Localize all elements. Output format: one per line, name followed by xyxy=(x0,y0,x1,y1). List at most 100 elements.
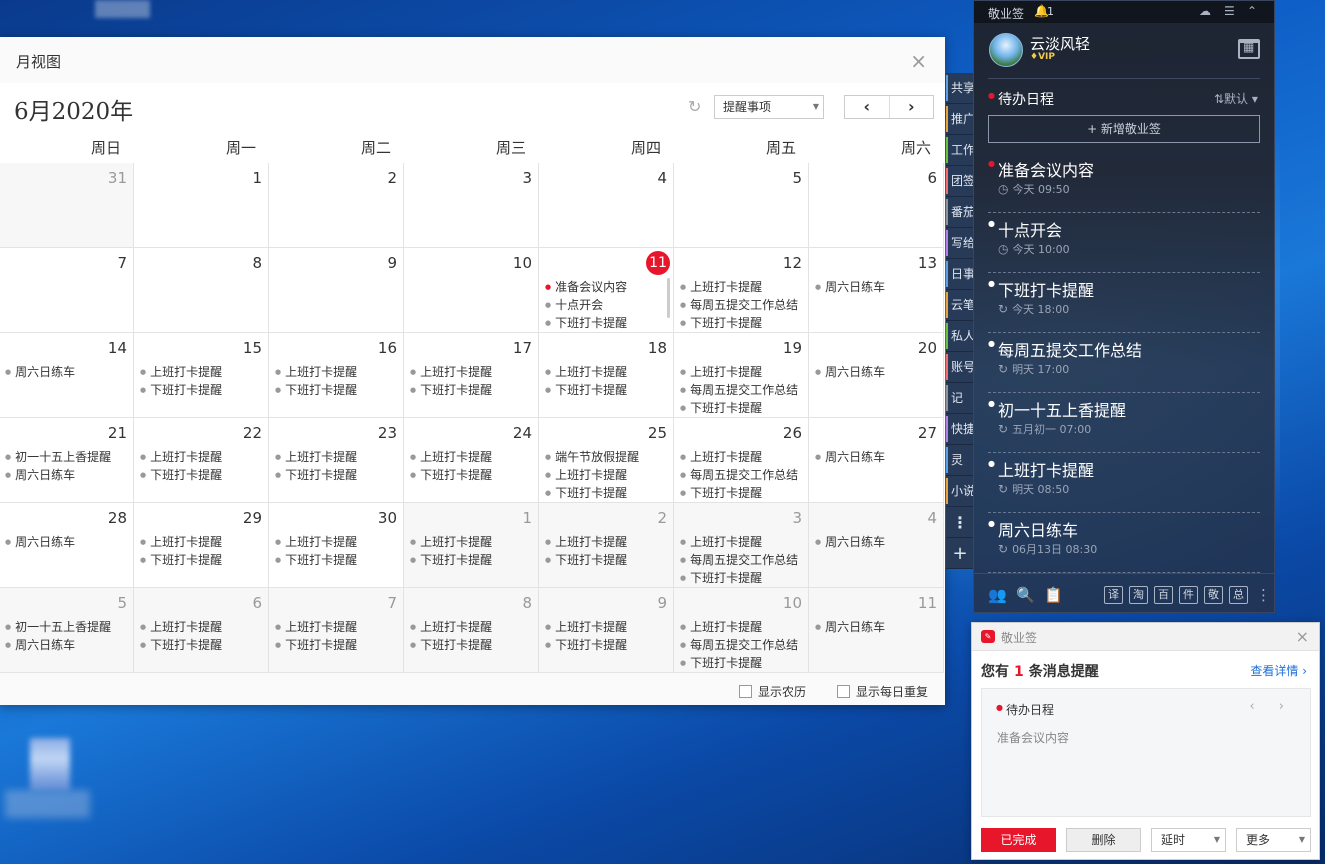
calendar-day-cell[interactable]: 2 xyxy=(269,163,404,248)
note-item[interactable]: ●准备会议内容今天 09:50 xyxy=(988,153,1260,213)
menu-icon[interactable]: ☰ xyxy=(1224,4,1235,18)
side-tab[interactable]: 私人 xyxy=(946,321,974,352)
calendar-event[interactable]: 下班打卡提醒 xyxy=(275,551,399,569)
calendar-event[interactable]: 下班打卡提醒 xyxy=(410,551,534,569)
calendar-event[interactable]: 下班打卡提醒 xyxy=(140,381,264,399)
calendar-event[interactable]: 每周五提交工作总结 xyxy=(680,551,804,569)
calendar-event[interactable]: 周六日练车 xyxy=(815,363,939,381)
calendar-event[interactable]: 下班打卡提醒 xyxy=(140,636,264,654)
calendar-event[interactable]: 每周五提交工作总结 xyxy=(680,466,804,484)
add-tab-icon[interactable]: + xyxy=(946,538,974,569)
close-icon[interactable]: × xyxy=(910,49,927,73)
calendar-event[interactable]: 下班打卡提醒 xyxy=(140,551,264,569)
calendar-event[interactable]: 上班打卡提醒 xyxy=(545,466,669,484)
calendar-day-cell[interactable]: 8 上班打卡提醒下班打卡提醒 xyxy=(404,588,539,673)
add-note-button[interactable]: + 新增敬业签 xyxy=(988,115,1260,143)
side-tab[interactable]: 共享 xyxy=(946,73,974,104)
side-tab[interactable]: 灵 xyxy=(946,445,974,476)
calendar-day-cell[interactable]: 14 周六日练车 xyxy=(0,333,134,418)
calendar-day-cell[interactable]: 8 xyxy=(134,248,269,333)
calendar-event[interactable]: 周六日练车 xyxy=(815,278,939,296)
calendar-event[interactable]: 上班打卡提醒 xyxy=(140,618,264,636)
calendar-event[interactable]: 下班打卡提醒 xyxy=(680,314,804,332)
calendar-event[interactable]: 周六日练车 xyxy=(5,363,129,381)
calendar-day-cell[interactable]: 3 xyxy=(404,163,539,248)
calendar-day-cell[interactable]: 12 上班打卡提醒每周五提交工作总结下班打卡提醒 xyxy=(674,248,809,333)
calendar-event[interactable]: 周六日练车 xyxy=(815,618,939,636)
calendar-event[interactable]: 上班打卡提醒 xyxy=(410,363,534,381)
calendar-event[interactable]: 上班打卡提醒 xyxy=(140,448,264,466)
calendar-event[interactable]: 上班打卡提醒 xyxy=(545,533,669,551)
prev-month-button[interactable]: ‹ xyxy=(845,96,890,118)
calendar-event[interactable]: 下班打卡提醒 xyxy=(545,381,669,399)
side-tab[interactable]: 账号 xyxy=(946,352,974,383)
calendar-day-cell[interactable]: 22 上班打卡提醒下班打卡提醒 xyxy=(134,418,269,503)
show-lunar-checkbox[interactable]: 显示农历 xyxy=(739,683,806,700)
calendar-day-cell[interactable]: 1 上班打卡提醒下班打卡提醒 xyxy=(404,503,539,588)
calendar-event[interactable]: 周六日练车 xyxy=(5,466,129,484)
calendar-event[interactable]: 周六日练车 xyxy=(5,636,129,654)
side-tab[interactable]: 番茄 xyxy=(946,197,974,228)
toolbar-shortcut-button[interactable]: 百 xyxy=(1154,586,1173,604)
calendar-event[interactable]: 上班打卡提醒 xyxy=(410,448,534,466)
side-tab[interactable]: 推广 xyxy=(946,104,974,135)
note-item[interactable]: ●每周五提交工作总结明天 17:00 xyxy=(988,333,1260,393)
desktop-icon-top[interactable] xyxy=(95,0,150,18)
collapse-icon[interactable]: ⌃ xyxy=(1247,4,1257,18)
calendar-day-cell[interactable]: 19 上班打卡提醒每周五提交工作总结下班打卡提醒 xyxy=(674,333,809,418)
calendar-event[interactable]: 上班打卡提醒 xyxy=(680,448,804,466)
calendar-event[interactable]: 上班打卡提醒 xyxy=(680,618,804,636)
note-item[interactable]: ●周六日练车06月13日 08:30 xyxy=(988,513,1260,573)
calendar-event[interactable]: 下班打卡提醒 xyxy=(545,314,669,332)
scrollbar-thumb[interactable] xyxy=(667,278,670,318)
calendar-event[interactable]: 下班打卡提醒 xyxy=(545,636,669,654)
refresh-icon[interactable]: ↻ xyxy=(688,97,701,116)
calendar-event[interactable]: 上班打卡提醒 xyxy=(275,618,399,636)
calendar-day-cell[interactable]: 23 上班打卡提醒下班打卡提醒 xyxy=(269,418,404,503)
delay-select[interactable]: 延时 ▼ xyxy=(1151,828,1226,852)
calendar-day-cell[interactable]: 11 周六日练车 xyxy=(809,588,944,673)
calendar-event[interactable]: 下班打卡提醒 xyxy=(275,466,399,484)
side-tabs-more-icon[interactable]: ⋮ xyxy=(946,507,974,538)
calendar-event[interactable]: 上班打卡提醒 xyxy=(275,533,399,551)
calendar-day-cell[interactable]: 2 上班打卡提醒下班打卡提醒 xyxy=(539,503,674,588)
calendar-event[interactable]: 每周五提交工作总结 xyxy=(680,296,804,314)
calendar-day-cell[interactable]: 5 xyxy=(674,163,809,248)
side-tab[interactable]: 日事 xyxy=(946,259,974,290)
calendar-event[interactable]: 上班打卡提醒 xyxy=(680,533,804,551)
calendar-day-cell[interactable]: 10 xyxy=(404,248,539,333)
calendar-day-cell[interactable]: 10 上班打卡提醒每周五提交工作总结下班打卡提醒 xyxy=(674,588,809,673)
contacts-icon[interactable]: 👥 xyxy=(988,586,1007,604)
toolbar-shortcut-button[interactable]: 总 xyxy=(1229,586,1248,604)
calendar-day-cell[interactable]: 21 初一十五上香提醒周六日练车 xyxy=(0,418,134,503)
calendar-event[interactable]: 周六日练车 xyxy=(815,448,939,466)
toolbar-shortcut-button[interactable]: 件 xyxy=(1179,586,1198,604)
calendar-event[interactable]: 下班打卡提醒 xyxy=(140,466,264,484)
calendar-day-cell[interactable]: 29 上班打卡提醒下班打卡提醒 xyxy=(134,503,269,588)
calendar-event[interactable]: 十点开会 xyxy=(545,296,669,314)
more-select[interactable]: 更多 ▼ xyxy=(1236,828,1311,852)
calendar-event[interactable]: 上班打卡提醒 xyxy=(275,448,399,466)
calendar-event[interactable]: 初一十五上香提醒 xyxy=(5,618,129,636)
calendar-day-cell[interactable]: 30 上班打卡提醒下班打卡提醒 xyxy=(269,503,404,588)
view-details-link[interactable]: 查看详情 › xyxy=(1250,662,1307,679)
calendar-event[interactable]: 下班打卡提醒 xyxy=(410,636,534,654)
calendar-day-cell[interactable]: 3 上班打卡提醒每周五提交工作总结下班打卡提醒 xyxy=(674,503,809,588)
calendar-event[interactable]: 初一十五上香提醒 xyxy=(5,448,129,466)
close-icon[interactable]: × xyxy=(1296,627,1309,646)
calendar-day-cell[interactable]: 11 准备会议内容十点开会下班打卡提醒 xyxy=(539,248,674,333)
calendar-day-cell[interactable]: 13 周六日练车 xyxy=(809,248,944,333)
calendar-day-cell[interactable]: 17 上班打卡提醒下班打卡提醒 xyxy=(404,333,539,418)
calendar-event[interactable]: 下班打卡提醒 xyxy=(680,654,804,672)
show-daily-repeat-checkbox[interactable]: 显示每日重复 xyxy=(837,683,928,700)
side-tab[interactable]: 快捷 xyxy=(946,414,974,445)
calendar-event[interactable]: 上班打卡提醒 xyxy=(680,278,804,296)
calendar-event[interactable]: 上班打卡提醒 xyxy=(545,618,669,636)
note-item[interactable]: ●十点开会今天 10:00 xyxy=(988,213,1260,273)
calendar-day-cell[interactable]: 6 xyxy=(809,163,944,248)
calendar-day-cell[interactable]: 16 上班打卡提醒下班打卡提醒 xyxy=(269,333,404,418)
notes-icon[interactable]: 📋 xyxy=(1044,586,1063,604)
calendar-event[interactable]: 上班打卡提醒 xyxy=(140,363,264,381)
calendar-day-cell[interactable]: 4 周六日练车 xyxy=(809,503,944,588)
calendar-event[interactable]: 下班打卡提醒 xyxy=(680,569,804,587)
